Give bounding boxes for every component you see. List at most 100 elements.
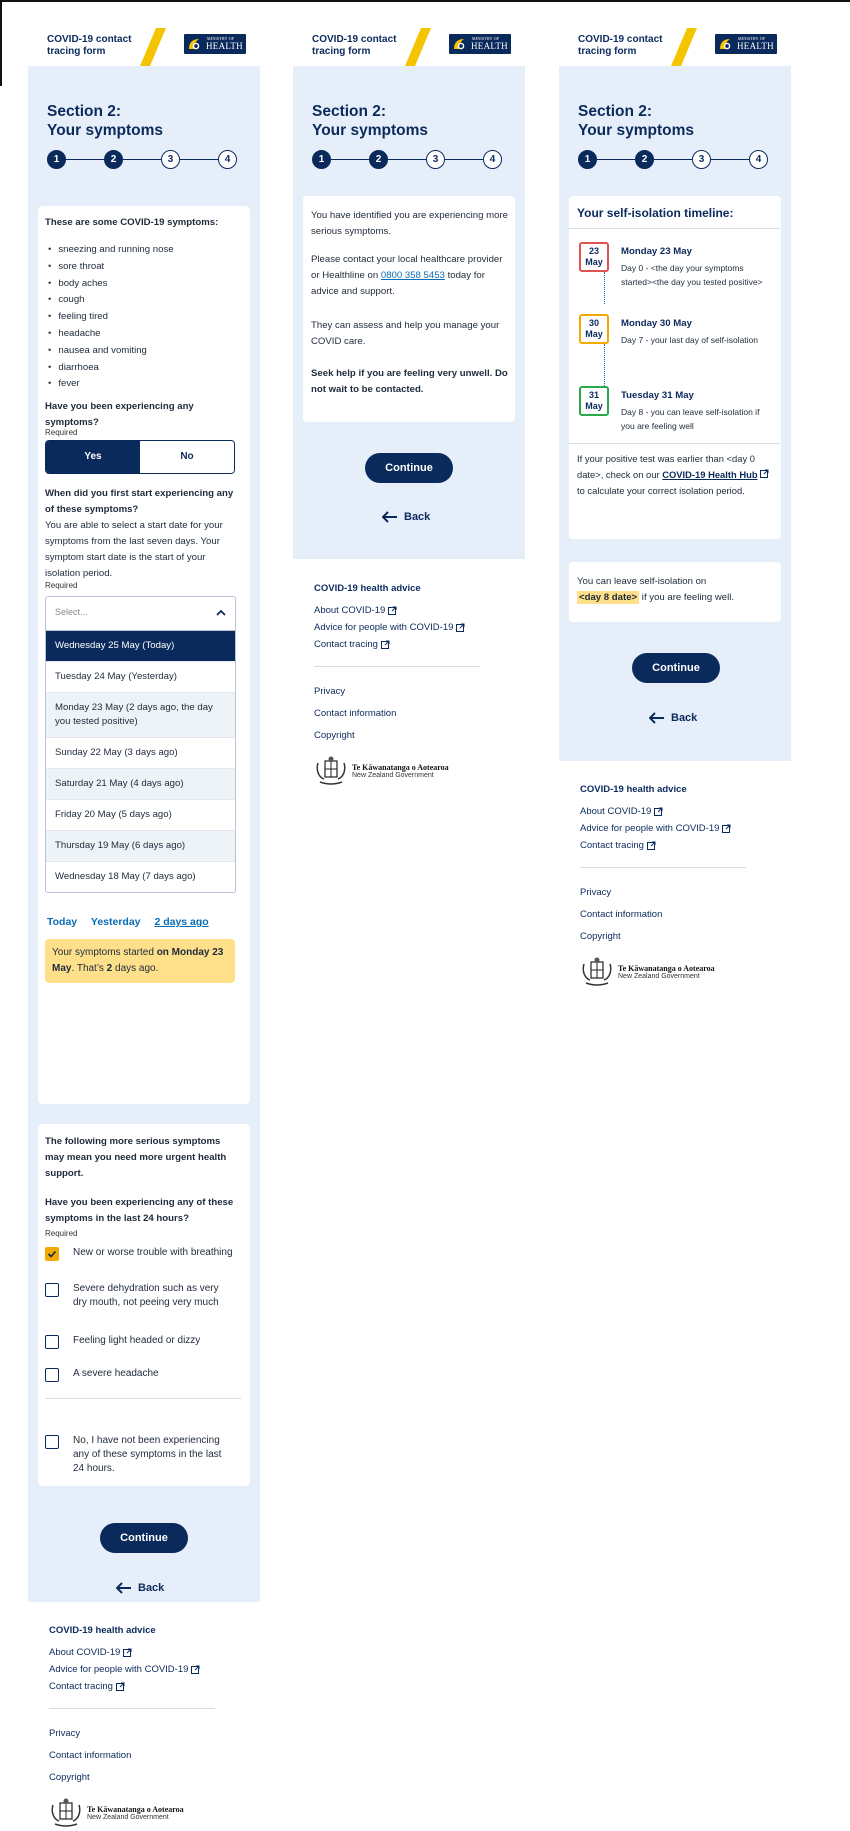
nz-government-logo[interactable]: Te Kāwanatanga o Aotearoa New Zealand Gov… — [580, 956, 715, 988]
footer-link-about[interactable]: About COVID-19 — [49, 1647, 132, 1658]
footer: COVID-19 health advice About COVID-19 Ad… — [49, 1625, 239, 1831]
list-item: body aches — [48, 276, 174, 293]
site-header: COVID-19 contact tracing form MINISTRY O… — [559, 28, 791, 66]
back-button[interactable]: Back — [116, 1582, 164, 1594]
logo-big-text: HEALTH — [471, 41, 508, 51]
link-text: About COVID-19 — [314, 605, 386, 616]
symptom-start-notice: Your symptoms started on Monday 23 May. … — [45, 939, 235, 983]
footer-link-contact-tracing[interactable]: Contact tracing — [49, 1681, 125, 1692]
footer-link-privacy[interactable]: Privacy — [314, 686, 345, 697]
footer-link-contact-info[interactable]: Contact information — [314, 708, 396, 719]
healthline-phone-link[interactable]: 0800 358 5453 — [381, 270, 445, 281]
nz-government-logo[interactable]: Te Kāwanatanga o Aotearoa New Zealand Gov… — [49, 1797, 184, 1829]
yes-button[interactable]: Yes — [46, 441, 140, 473]
footer-link-contact-tracing[interactable]: Contact tracing — [580, 840, 656, 851]
quick-today-link[interactable]: Today — [47, 916, 77, 928]
no-button[interactable]: No — [140, 441, 234, 473]
serious-option-headache[interactable]: A severe headache — [45, 1367, 233, 1382]
timeline-title: Your self-isolation timeline: — [577, 206, 734, 220]
list-item: nausea and vomiting — [48, 343, 174, 360]
screen-symptoms-form: COVID-19 contact tracing form MINISTRY O… — [28, 28, 260, 1827]
date-option[interactable]: Friday 20 May (5 days ago) — [46, 800, 235, 831]
advice-warning: Seek help if you are feeling very unwell… — [311, 368, 508, 395]
advice-card: You have identified you are experiencing… — [303, 196, 515, 422]
date-option[interactable]: Wednesday 18 May (7 days ago) — [46, 862, 235, 892]
ministry-of-health-logo[interactable]: MINISTRY OF HEALTH — [184, 34, 246, 54]
checkbox[interactable] — [45, 1335, 59, 1349]
timeline-event-desc: Day 8 - you can leave self-isolation if … — [621, 407, 760, 431]
ministry-of-health-logo[interactable]: MINISTRY OF HEALTH — [449, 34, 511, 54]
footer-link-contact-info[interactable]: Contact information — [580, 909, 662, 920]
start-date-select[interactable]: Select... Wednesday 25 May (Today) Tuesd… — [45, 596, 236, 893]
stepper-line — [588, 159, 758, 160]
footer-link-advice[interactable]: Advice for people with COVID-19 — [580, 823, 731, 834]
gov-line-1: Te Kāwanatanga o Aotearoa — [87, 1805, 184, 1814]
back-button[interactable]: Back — [649, 712, 697, 724]
progress-stepper: 1 2 3 4 — [47, 150, 237, 170]
continue-button[interactable]: Continue — [365, 453, 453, 483]
covid-health-hub-link[interactable]: COVID-19 Health Hub — [662, 469, 757, 480]
footer-link-privacy[interactable]: Privacy — [580, 887, 611, 898]
nz-government-logo[interactable]: Te Kāwanatanga o Aotearoa New Zealand Gov… — [314, 755, 449, 787]
footer-link-copyright[interactable]: Copyright — [314, 730, 355, 741]
checkbox-checked[interactable] — [45, 1247, 59, 1261]
progress-stepper: 1 2 3 4 — [578, 150, 768, 170]
checkbox[interactable] — [45, 1368, 59, 1382]
date-option[interactable]: Thursday 19 May (6 days ago) — [46, 831, 235, 862]
serious-option-breathing[interactable]: New or worse trouble with breathing — [45, 1246, 233, 1261]
timeline-event-desc: Day 7 - your last day of self-isolation — [621, 335, 759, 345]
quick-yesterday-link[interactable]: Yesterday — [91, 916, 141, 928]
timeline-event-title: Tuesday 31 May — [621, 390, 694, 401]
badge-month: May — [585, 401, 603, 411]
footer-link-advice[interactable]: Advice for people with COVID-19 — [49, 1664, 200, 1675]
select-placeholder: Select... — [55, 607, 88, 617]
footer-link-copyright[interactable]: Copyright — [580, 931, 621, 942]
date-option[interactable]: Saturday 21 May (4 days ago) — [46, 769, 235, 800]
day-8-highlight: <day 8 date> — [577, 591, 640, 604]
footer-link-about[interactable]: About COVID-19 — [314, 605, 397, 616]
coat-of-arms-icon — [582, 957, 612, 986]
footer-link-contact-info[interactable]: Contact information — [49, 1750, 131, 1761]
checkbox[interactable] — [45, 1435, 59, 1449]
quick-2-days-link[interactable]: 2 days ago — [154, 916, 208, 928]
date-option[interactable]: Monday 23 May (2 days ago, the day you t… — [46, 693, 235, 738]
step-4: 4 — [749, 150, 768, 169]
serious-option-none[interactable]: No, I have not been experiencing any of … — [45, 1434, 233, 1476]
date-option[interactable]: Sunday 22 May (3 days ago) — [46, 738, 235, 769]
link-text: Advice for people with COVID-19 — [314, 622, 454, 633]
timeline-date-badge: 23 May — [579, 242, 609, 272]
coat-of-arms-icon — [316, 756, 346, 785]
frame-border-left — [0, 0, 2, 86]
select-header[interactable]: Select... — [46, 597, 235, 631]
footer-link-about[interactable]: About COVID-19 — [580, 806, 663, 817]
back-button[interactable]: Back — [382, 511, 430, 523]
footer-link-copyright[interactable]: Copyright — [49, 1772, 90, 1783]
timeline-connector — [604, 344, 605, 386]
serious-option-dizzy[interactable]: Feeling light headed or dizzy — [45, 1334, 233, 1349]
checkbox[interactable] — [45, 1283, 59, 1297]
ministry-of-health-logo[interactable]: MINISTRY OF HEALTH — [715, 34, 777, 54]
footer-link-privacy[interactable]: Privacy — [49, 1728, 80, 1739]
continue-button[interactable]: Continue — [100, 1523, 188, 1553]
gov-line-1: Te Kāwanatanga o Aotearoa — [352, 763, 449, 772]
footer-link-contact-tracing[interactable]: Contact tracing — [314, 639, 390, 650]
leave-isolation-text: You can leave self-isolation on <day 8 da… — [577, 574, 777, 606]
frame-border-top — [0, 0, 850, 2]
note-text: to calculate your correct isolation peri… — [577, 485, 745, 496]
serious-option-dehydration[interactable]: Severe dehydration such as very dry mout… — [45, 1282, 233, 1310]
start-date-help: You are able to select a start date for … — [45, 520, 223, 579]
list-item: sneezing and running nose — [48, 242, 173, 259]
symptoms-card: These are some COVID-19 symptoms: sneezi… — [38, 206, 250, 1104]
continue-button[interactable]: Continue — [632, 653, 720, 683]
date-option[interactable]: Wednesday 25 May (Today) — [46, 631, 235, 662]
section-name: Your symptoms — [312, 122, 428, 139]
stepper-line — [322, 159, 492, 160]
site-header: COVID-19 contact tracing form MINISTRY O… — [28, 28, 260, 66]
list-item: diarrhoea — [48, 360, 174, 377]
quick-date-links: Today Yesterday 2 days ago — [47, 916, 220, 928]
external-link-icon — [722, 824, 731, 833]
footer-link-advice[interactable]: Advice for people with COVID-19 — [314, 622, 465, 633]
date-option[interactable]: Tuesday 24 May (Yesterday) — [46, 662, 235, 693]
divider — [569, 443, 781, 444]
advice-paragraph-1: You have identified you are experiencing… — [311, 210, 508, 237]
